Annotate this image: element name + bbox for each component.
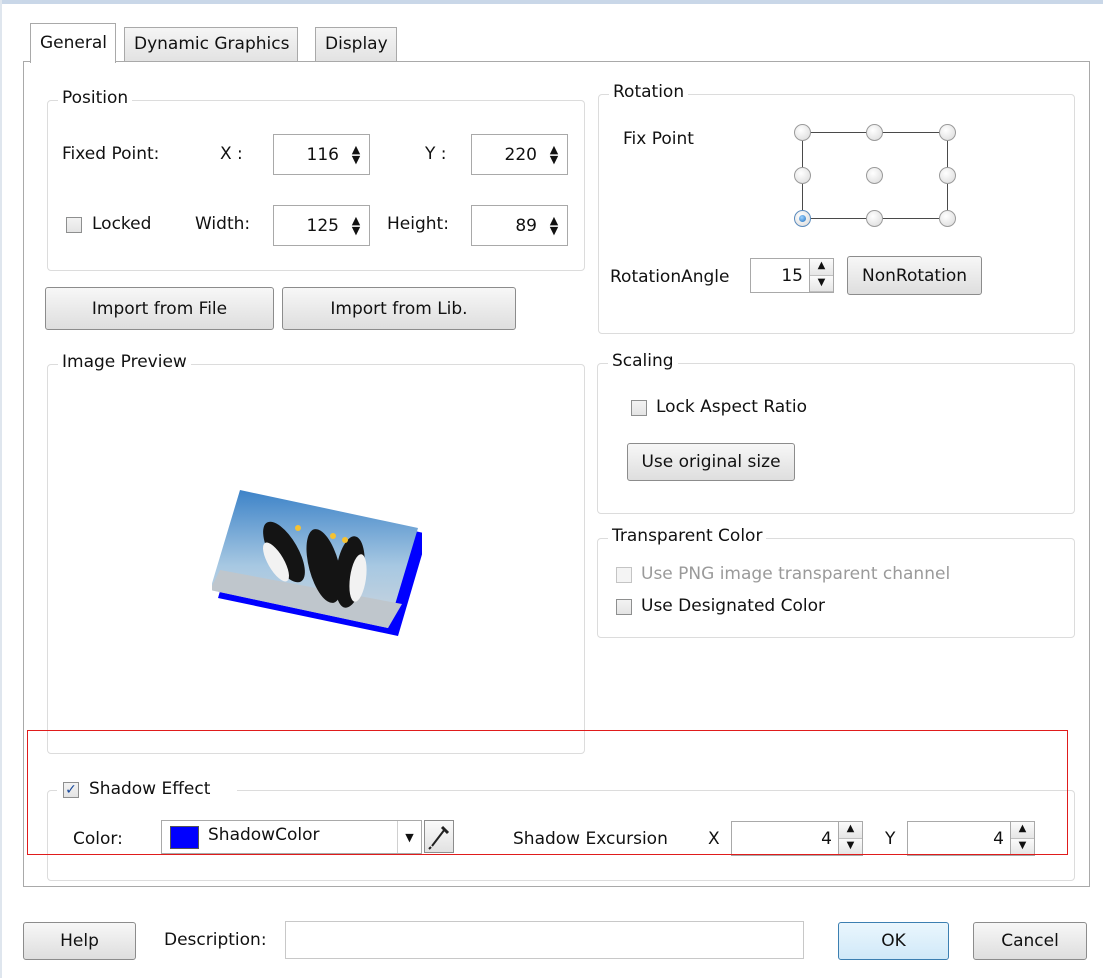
color-picker-button[interactable]	[424, 820, 454, 853]
tab-dynamic-graphics[interactable]: Dynamic Graphics	[124, 27, 299, 62]
image-preview	[210, 476, 428, 636]
tab-general[interactable]: General	[30, 23, 116, 63]
shadow-y-label: Y	[885, 829, 896, 849]
fix-point-bottom-right[interactable]	[939, 210, 956, 227]
fix-point-bottom-left[interactable]	[794, 210, 811, 227]
penguin-image	[210, 490, 428, 636]
y-value: 220	[504, 144, 537, 165]
shadow-y-spin-buttons[interactable]: ▲ ▼	[1010, 822, 1034, 855]
x-label: X :	[220, 144, 243, 164]
position-legend: Position	[58, 88, 133, 108]
lock-aspect-ratio-checkbox[interactable]	[631, 400, 647, 416]
rotation-angle-label: RotationAngle	[610, 267, 730, 287]
lock-aspect-ratio-label: Lock Aspect Ratio	[656, 397, 807, 417]
window-left-border	[0, 0, 2, 978]
fix-point-bottom-center[interactable]	[866, 210, 883, 227]
fix-point-middle-right[interactable]	[939, 167, 956, 184]
y-label: Y :	[425, 144, 447, 164]
shadow-x-spin-buttons[interactable]: ▲ ▼	[838, 822, 862, 855]
shadow-x-value: 4	[821, 828, 832, 849]
window-top-border	[0, 0, 1103, 4]
cancel-button[interactable]: Cancel	[973, 922, 1087, 960]
png-transparent-channel-label: Use PNG image transparent channel	[641, 564, 951, 584]
rotation-angle-value: 15	[781, 265, 803, 286]
width-spinbox[interactable]: 125 ▲ ▼	[273, 205, 370, 246]
x-value: 116	[306, 144, 339, 165]
y-spinbox[interactable]: 220 ▲ ▼	[471, 134, 568, 175]
width-value: 125	[306, 215, 339, 236]
y-spin-arrows[interactable]: ▲ ▼	[547, 144, 561, 165]
use-original-size-button[interactable]: Use original size	[627, 443, 795, 481]
shadow-effect-label: Shadow Effect	[89, 779, 211, 799]
rotation-legend: Rotation	[609, 82, 689, 102]
fix-point-top-left[interactable]	[794, 124, 811, 141]
image-preview-legend: Image Preview	[58, 352, 191, 372]
png-transparent-channel-checkbox[interactable]	[616, 567, 632, 583]
shadow-excursion-label: Shadow Excursion	[513, 829, 668, 849]
transparent-color-legend: Transparent Color	[608, 526, 767, 546]
height-value: 89	[515, 215, 537, 236]
width-spin-arrows[interactable]: ▲ ▼	[349, 215, 363, 236]
tab-display[interactable]: Display	[315, 27, 397, 62]
shadow-color-swatch	[170, 826, 199, 849]
width-label: Width:	[195, 214, 251, 234]
non-rotation-button[interactable]: NonRotation	[847, 256, 982, 295]
shadow-color-name: ShadowColor	[208, 825, 320, 845]
shadow-y-value: 4	[993, 828, 1004, 849]
fix-point-middle-left[interactable]	[794, 167, 811, 184]
description-input[interactable]	[285, 921, 804, 959]
shadow-effect-checkbox[interactable]: ✓	[63, 782, 79, 798]
rotation-angle-spin-buttons[interactable]: ▲ ▼	[809, 259, 833, 292]
fix-point-center[interactable]	[866, 167, 883, 184]
shadow-y-spinbox[interactable]: 4 ▲ ▼	[907, 821, 1035, 856]
transparent-color-group: Transparent Color	[597, 526, 1075, 638]
fix-point-label: Fix Point	[623, 129, 694, 149]
x-spin-arrows[interactable]: ▲ ▼	[349, 144, 363, 165]
height-label: Height:	[387, 214, 449, 234]
ok-button[interactable]: OK	[838, 922, 949, 960]
scaling-legend: Scaling	[608, 351, 678, 371]
use-designated-color-checkbox[interactable]	[616, 599, 632, 615]
shadow-color-label: Color:	[73, 829, 123, 849]
import-from-lib-button[interactable]: Import from Lib.	[282, 287, 516, 330]
locked-label: Locked	[92, 214, 152, 234]
shadow-color-combobox[interactable]: ShadowColor ▼	[161, 820, 422, 854]
description-label: Description:	[164, 930, 267, 950]
rotation-angle-spinbox[interactable]: 15 ▲ ▼	[750, 258, 834, 293]
shadow-x-label: X	[708, 829, 720, 849]
fixed-point-label: Fixed Point:	[62, 144, 160, 164]
help-button[interactable]: Help	[23, 922, 136, 960]
use-designated-color-label: Use Designated Color	[641, 596, 825, 616]
fix-point-top-center[interactable]	[866, 124, 883, 141]
height-spinbox[interactable]: 89 ▲ ▼	[471, 205, 568, 246]
height-spin-arrows[interactable]: ▲ ▼	[547, 215, 561, 236]
locked-checkbox[interactable]	[66, 217, 82, 233]
import-from-file-button[interactable]: Import from File	[45, 287, 274, 330]
chevron-down-icon[interactable]: ▼	[397, 821, 421, 853]
eyedropper-icon	[428, 825, 450, 850]
shadow-x-spinbox[interactable]: 4 ▲ ▼	[731, 821, 863, 856]
x-spinbox[interactable]: 116 ▲ ▼	[273, 134, 370, 175]
scaling-group: Scaling	[597, 351, 1075, 514]
fix-point-top-right[interactable]	[939, 124, 956, 141]
